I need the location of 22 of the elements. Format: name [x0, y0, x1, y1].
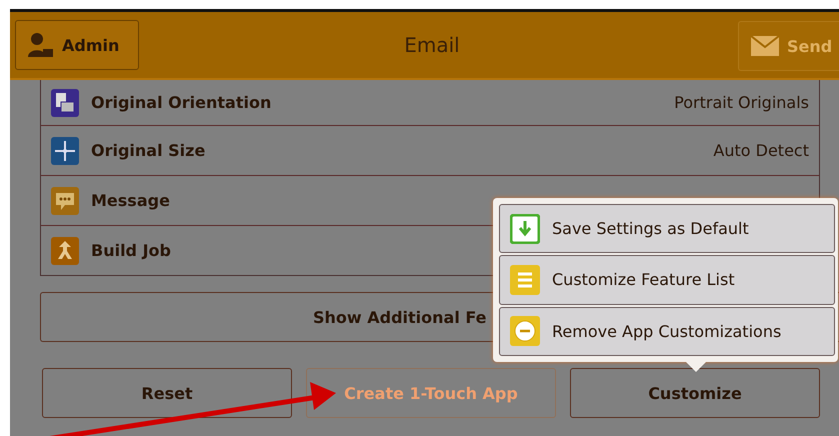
feature-label: Message	[91, 191, 171, 210]
user-icon	[26, 31, 54, 59]
orientation-icon	[51, 88, 79, 116]
envelope-icon	[751, 36, 779, 56]
admin-button[interactable]: Admin	[15, 20, 139, 70]
window-title: Email	[403, 33, 461, 57]
feature-value: Auto Detect	[713, 141, 809, 160]
menu-item[interactable]: Remove App Customizations	[499, 306, 835, 356]
list-icon	[510, 264, 540, 295]
download-icon	[510, 214, 540, 244]
feature-label: Original Size	[91, 141, 206, 160]
speech-bubble-icon	[51, 186, 79, 214]
feature-label: Original Orientation	[91, 93, 272, 112]
feature-value: Portrait Originals	[674, 93, 809, 112]
feature-row[interactable]: Original Size Auto Detect	[41, 125, 819, 175]
feature-row[interactable]: Original Orientation Portrait Originals	[41, 80, 819, 125]
resize-icon	[51, 136, 79, 164]
feature-label: Build Job	[91, 241, 172, 260]
action-button[interactable]: Reset	[42, 368, 292, 418]
menu-item[interactable]: Customize Feature List	[499, 255, 835, 305]
menu-item[interactable]: Save Settings as Default	[499, 204, 835, 254]
action-button[interactable]: Customize	[570, 368, 820, 418]
